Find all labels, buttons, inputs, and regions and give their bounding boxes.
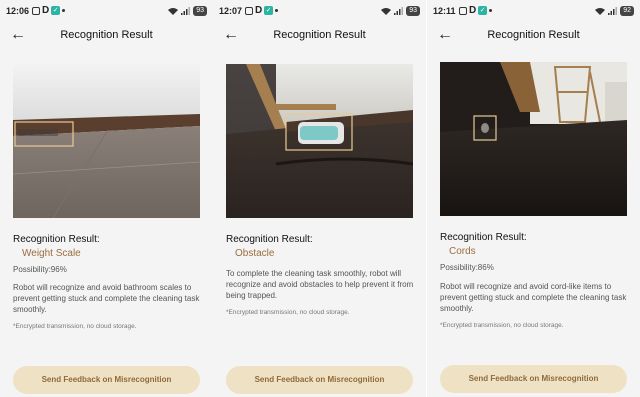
screen-weight-scale: 12:06 D ✓ 93 ← Recognition Result Recogn…: [0, 0, 213, 397]
screen-cords: 12:11 D ✓ 92 ← Recognition Result Recogn…: [427, 0, 640, 397]
result-value: Cords: [449, 246, 476, 257]
result-value: Weight Scale: [22, 248, 81, 259]
battery-icon: 93: [193, 6, 207, 16]
result-value: Obstacle: [235, 248, 275, 259]
battery-icon: 92: [620, 6, 634, 16]
header: ← Recognition Result: [213, 22, 426, 50]
result-label: Recognition Result:: [13, 234, 100, 245]
send-feedback-button[interactable]: Send Feedback on Misrecognition: [13, 366, 200, 394]
result-description: Robot will recognize and avoid bathroom …: [13, 283, 200, 314]
check-app-icon: ✓: [51, 6, 61, 15]
status-bar: 12:06 D ✓ 93: [0, 0, 213, 22]
dot-icon: [62, 9, 66, 12]
status-time: 12:06: [6, 6, 30, 16]
signal-icon: [394, 7, 404, 15]
result-label: Recognition Result:: [440, 232, 527, 243]
wifi-icon: [595, 8, 606, 15]
possibility-text: Possibility:96%: [13, 265, 67, 274]
wifi-icon: [381, 8, 392, 15]
screen-record-icon: [32, 6, 40, 15]
d-app-icon: D: [255, 5, 263, 16]
send-feedback-button[interactable]: Send Feedback on Misrecognition: [226, 366, 413, 394]
result-label: Recognition Result:: [226, 234, 313, 245]
signal-icon: [608, 7, 618, 15]
battery-icon: 93: [406, 6, 420, 16]
privacy-note: *Encrypted transmission, no cloud storag…: [440, 322, 564, 329]
recognition-photo: [13, 64, 200, 218]
dot-icon: [275, 9, 279, 12]
check-app-icon: ✓: [264, 6, 274, 15]
dot-icon: [489, 9, 493, 12]
recognition-photo: [226, 64, 413, 218]
recognition-photo: [440, 62, 627, 216]
d-app-icon: D: [469, 5, 477, 16]
d-app-icon: D: [42, 5, 50, 16]
status-time: 12:07: [219, 6, 243, 16]
screen-record-icon: [459, 6, 467, 15]
signal-icon: [181, 7, 191, 15]
screen-record-icon: [245, 6, 253, 15]
privacy-note: *Encrypted transmission, no cloud storag…: [226, 309, 350, 316]
check-app-icon: ✓: [478, 6, 488, 15]
result-description: Robot will recognize and avoid cord-like…: [440, 282, 627, 313]
privacy-note: *Encrypted transmission, no cloud storag…: [13, 323, 137, 330]
page-title: Recognition Result: [60, 29, 153, 41]
page-title: Recognition Result: [487, 29, 580, 41]
status-bar: 12:11 D ✓ 92: [427, 0, 640, 22]
wifi-icon: [168, 8, 179, 15]
status-bar: 12:07 D ✓ 93: [213, 0, 426, 22]
result-description: To complete the cleaning task smoothly, …: [226, 269, 414, 300]
screen-obstacle: 12:07 D ✓ 93 ← Recognition Result Recogn…: [213, 0, 426, 397]
page-title: Recognition Result: [273, 29, 366, 41]
header: ← Recognition Result: [427, 22, 640, 50]
status-time: 12:11: [433, 6, 456, 16]
possibility-text: Possibility:86%: [440, 263, 494, 272]
header: ← Recognition Result: [0, 22, 213, 50]
send-feedback-button[interactable]: Send Feedback on Misrecognition: [440, 365, 627, 393]
